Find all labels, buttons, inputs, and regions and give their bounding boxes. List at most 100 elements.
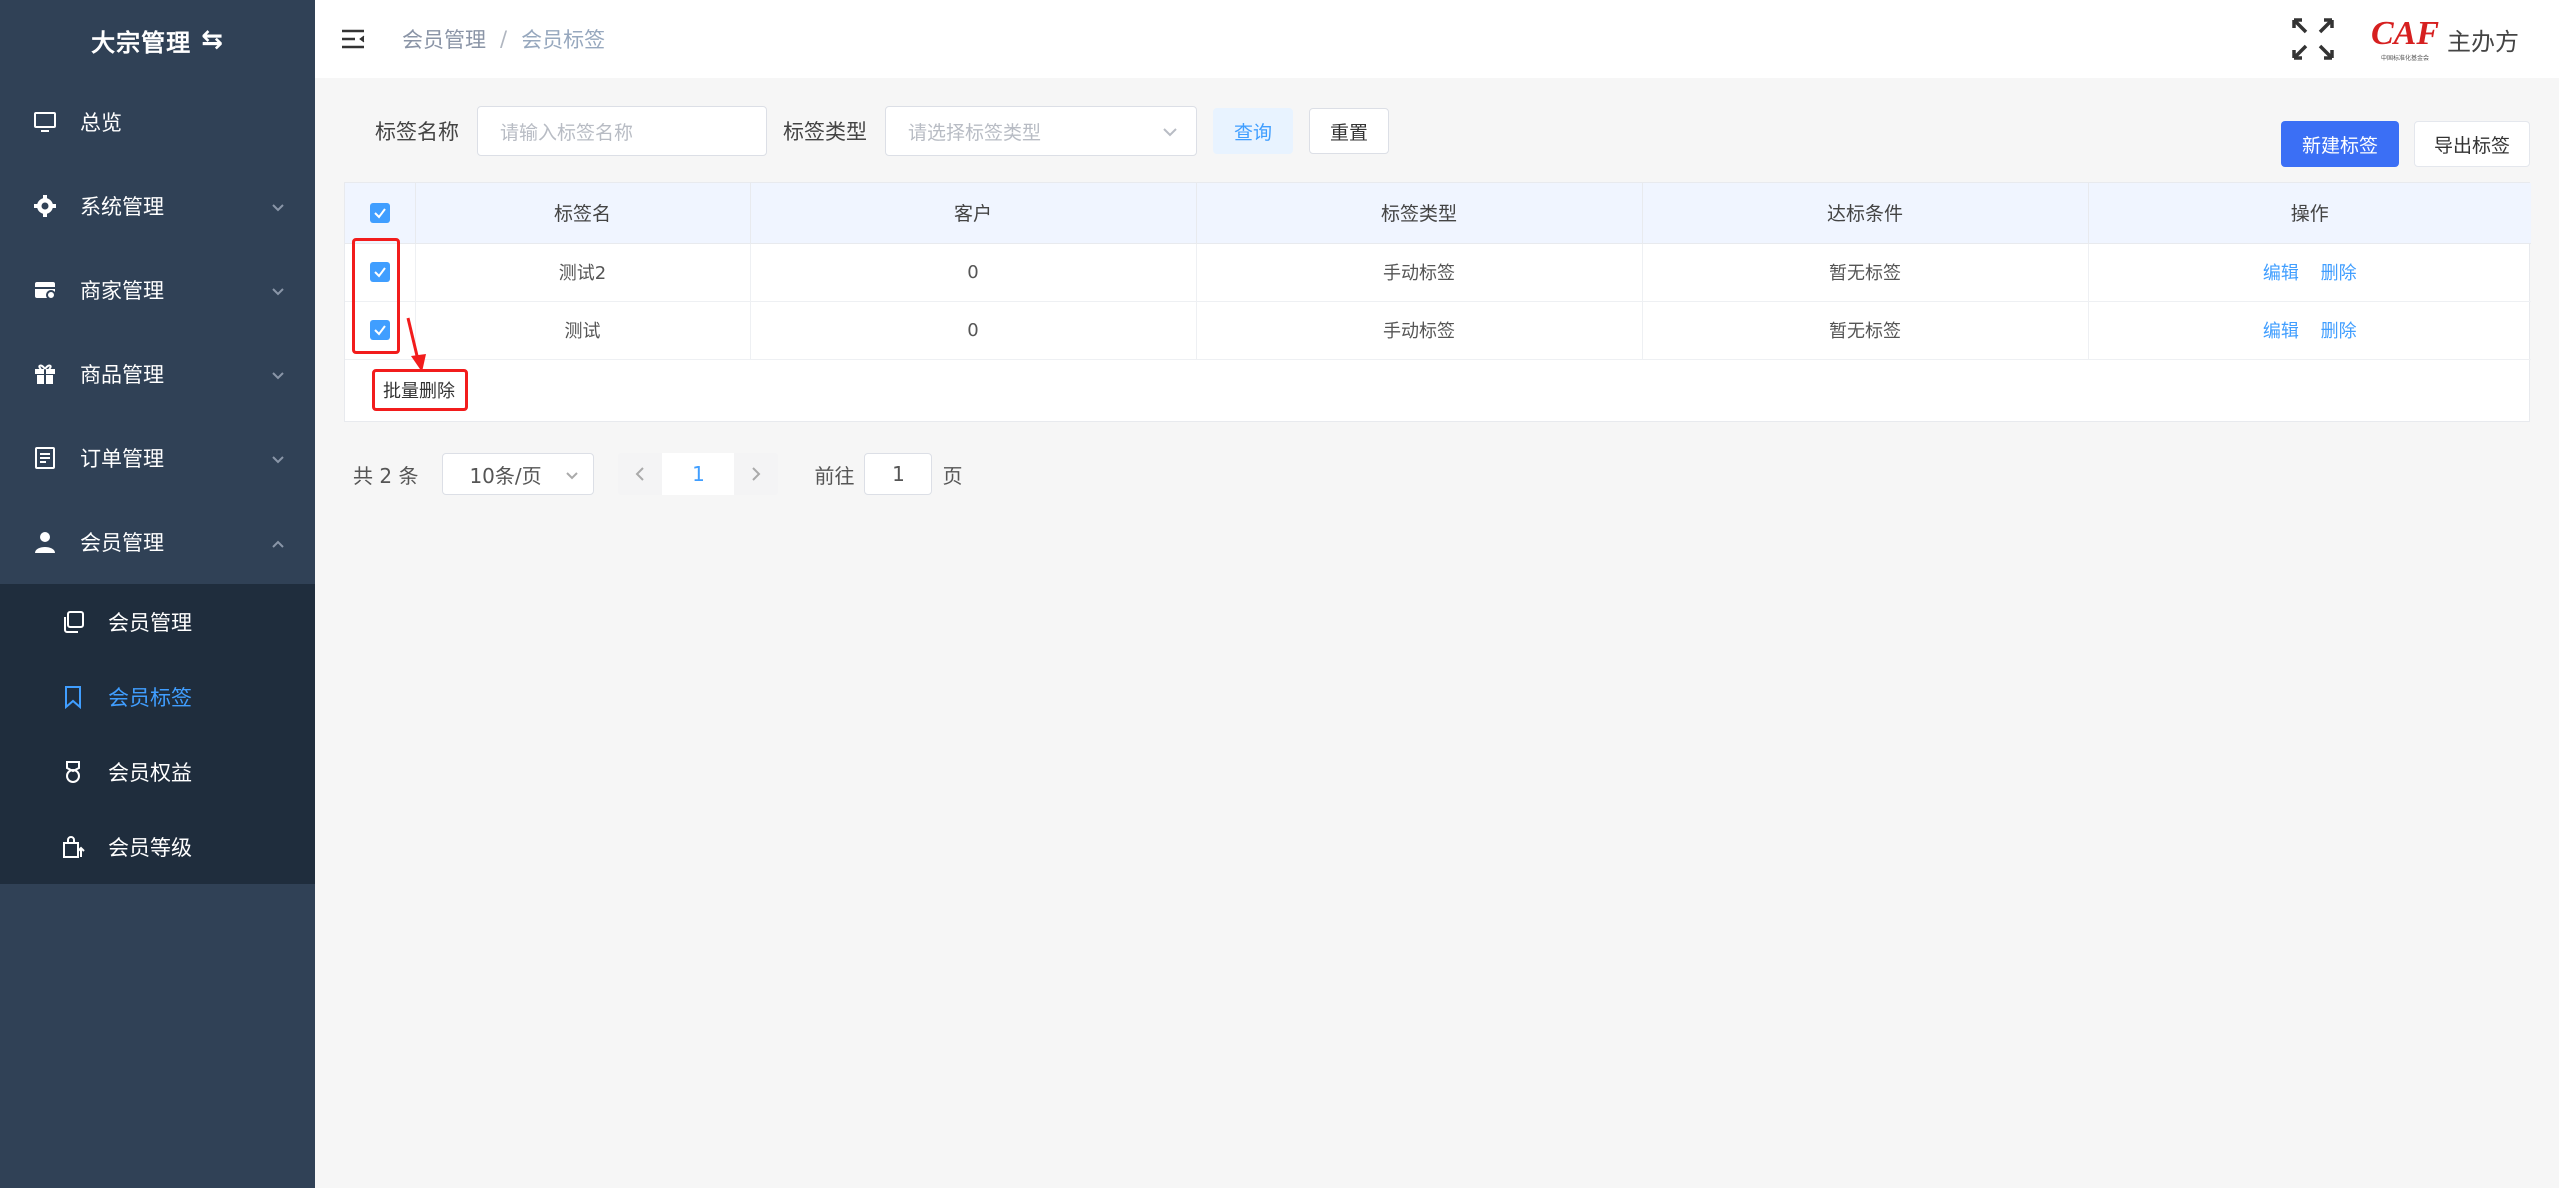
breadcrumb-separator: / — [500, 27, 508, 51]
tag-name-placeholder: 请输入标签名称 — [500, 121, 634, 144]
breadcrumb-item-current: 会员标签 — [521, 28, 606, 52]
sidebar-item-label: 总览 — [80, 111, 122, 135]
edit-link[interactable]: 编辑 — [2263, 263, 2299, 284]
column-header: 达标条件 — [1642, 183, 2089, 244]
new-tag-button[interactable]: 新建标签 — [2281, 121, 2399, 167]
delete-link[interactable]: 删除 — [2321, 321, 2357, 342]
header-right: CAF 中国标准化基金会 主办方 — [2291, 0, 2519, 78]
submenu-item-member-manage[interactable]: 会员管理 — [0, 584, 315, 659]
sidebar: 大宗管理 ⇆ 总览 系统管理 商家管理 商品管理 订单管理 会员管理 会员管理 … — [0, 0, 315, 1188]
customer-count-cell: 0 — [750, 243, 1197, 302]
goto-page-input[interactable]: 1 — [864, 453, 933, 495]
tag-name-cell: 测试 — [415, 301, 751, 360]
chevron-down-icon — [271, 362, 285, 386]
submenu-item-member-level[interactable]: 会员等级 — [0, 809, 315, 884]
prev-page-icon[interactable] — [618, 453, 662, 495]
chevron-down-icon — [271, 194, 285, 218]
submenu-item-label: 会员等级 — [108, 835, 192, 860]
reset-button[interactable]: 重置 — [1309, 108, 1389, 154]
monitor-icon — [32, 109, 58, 135]
next-page-icon[interactable] — [734, 453, 778, 495]
tag-name-cell: 测试2 — [415, 243, 751, 302]
tag-type-cell: 手动标签 — [1196, 243, 1643, 302]
gear-icon — [32, 193, 58, 219]
sidebar-item-label: 订单管理 — [80, 447, 164, 471]
top-header: 会员管理 / 会员标签 CAF 中国标准化基金会 主办方 — [315, 0, 2559, 78]
tag-type-select[interactable]: 请选择标签类型 — [885, 106, 1197, 156]
fullscreen-icon[interactable] — [2291, 17, 2335, 61]
chevron-up-icon — [271, 530, 285, 554]
goto-page: 前往 1 页 — [814, 453, 962, 495]
edit-link[interactable]: 编辑 — [2263, 321, 2299, 342]
sidebar-item-merchant[interactable]: 商家管理 — [0, 248, 315, 332]
sidebar-item-label: 系统管理 — [80, 195, 164, 219]
column-header: 客户 — [750, 183, 1197, 244]
tag-table: 标签名 客户 标签类型 达标条件 操作 测试2 0 手动标签 暂无标签 编辑 删… — [344, 182, 2531, 422]
caf-logo-text: CAF — [2370, 14, 2440, 52]
sidebar-item-label: 商品管理 — [80, 363, 164, 387]
delete-link[interactable]: 删除 — [2321, 263, 2357, 284]
breadcrumb-item[interactable]: 会员管理 — [402, 24, 486, 54]
customer-count-cell: 0 — [750, 301, 1197, 360]
select-all-checkbox[interactable] — [369, 202, 390, 223]
tag-name-label: 标签名称 — [375, 120, 459, 144]
goto-prefix: 前往 — [814, 463, 855, 488]
submenu-item-label: 会员权益 — [108, 760, 192, 785]
app-title: 大宗管理 — [91, 28, 192, 57]
search-bar: 标签名称 请输入标签名称 标签类型 请选择标签类型 查询 重置 — [375, 106, 1389, 156]
user-icon — [32, 529, 58, 555]
sidebar-item-order[interactable]: 订单管理 — [0, 416, 315, 500]
table-header-row: 标签名 客户 标签类型 达标条件 操作 — [345, 183, 2531, 244]
page-size-value: 10条/页 — [469, 463, 542, 488]
submenu-item-label: 会员管理 — [108, 610, 192, 635]
goto-suffix: 页 — [942, 463, 963, 488]
operations-cell: 编辑 删除 — [2088, 243, 2531, 302]
export-tag-button[interactable]: 导出标签 — [2414, 121, 2530, 167]
query-button[interactable]: 查询 — [1213, 108, 1293, 154]
column-header: 操作 — [2088, 183, 2531, 244]
caf-logo: CAF 中国标准化基金会 — [2371, 9, 2439, 69]
copy-icon — [60, 609, 86, 635]
column-header: 标签名 — [415, 183, 751, 244]
member-submenu: 会员管理 会员标签 会员权益 会员等级 — [0, 584, 315, 884]
sidebar-item-goods[interactable]: 商品管理 — [0, 332, 315, 416]
submenu-item-member-tag[interactable]: 会员标签 — [0, 659, 315, 734]
annotation-checkbox-highlight — [352, 238, 400, 354]
menu-toggle-icon[interactable] — [340, 26, 366, 52]
breadcrumb: 会员管理 / 会员标签 — [402, 24, 605, 54]
pagination: 共 2 条 10条/页 1 前往 1 页 — [353, 453, 962, 495]
page-size-select[interactable]: 10条/页 — [442, 453, 595, 495]
tag-type-placeholder: 请选择标签类型 — [908, 121, 1042, 144]
chevron-down-icon — [1162, 120, 1178, 142]
annotation-arrow-icon — [406, 317, 426, 372]
sidebar-item-label: 商家管理 — [80, 279, 164, 303]
total-count: 共 2 条 — [353, 463, 419, 488]
swap-icon[interactable]: ⇆ — [201, 25, 224, 55]
sidebar-logo: 大宗管理 ⇆ — [0, 0, 315, 80]
store-icon — [32, 277, 58, 303]
caf-logo-subtitle: 中国标准化基金会 — [2380, 54, 2429, 62]
tag-type-cell: 手动标签 — [1196, 301, 1643, 360]
sidebar-item-overview[interactable]: 总览 — [0, 80, 315, 164]
annotation-batch-delete-highlight — [372, 369, 468, 411]
bag-upgrade-icon — [60, 834, 86, 860]
condition-cell: 暂无标签 — [1642, 243, 2089, 302]
gift-icon — [32, 361, 58, 387]
chevron-down-icon — [271, 446, 285, 470]
host-label: 主办方 — [2447, 27, 2519, 56]
batch-action-row: 批量删除 — [345, 360, 2529, 420]
bookmark-icon — [60, 684, 86, 710]
submenu-item-member-rights[interactable]: 会员权益 — [0, 734, 315, 809]
tag-type-label: 标签类型 — [783, 120, 867, 144]
table-row: 测试 0 手动标签 暂无标签 编辑 删除 — [345, 301, 2531, 360]
current-page[interactable]: 1 — [662, 453, 735, 495]
pager: 1 — [618, 453, 779, 495]
medal-icon — [60, 759, 86, 785]
operations-cell: 编辑 删除 — [2088, 301, 2531, 360]
chevron-down-icon — [565, 462, 579, 486]
select-all-cell — [345, 183, 416, 244]
tag-name-input[interactable]: 请输入标签名称 — [477, 106, 767, 156]
column-header: 标签类型 — [1196, 183, 1643, 244]
sidebar-item-system[interactable]: 系统管理 — [0, 164, 315, 248]
sidebar-item-member[interactable]: 会员管理 — [0, 500, 315, 584]
